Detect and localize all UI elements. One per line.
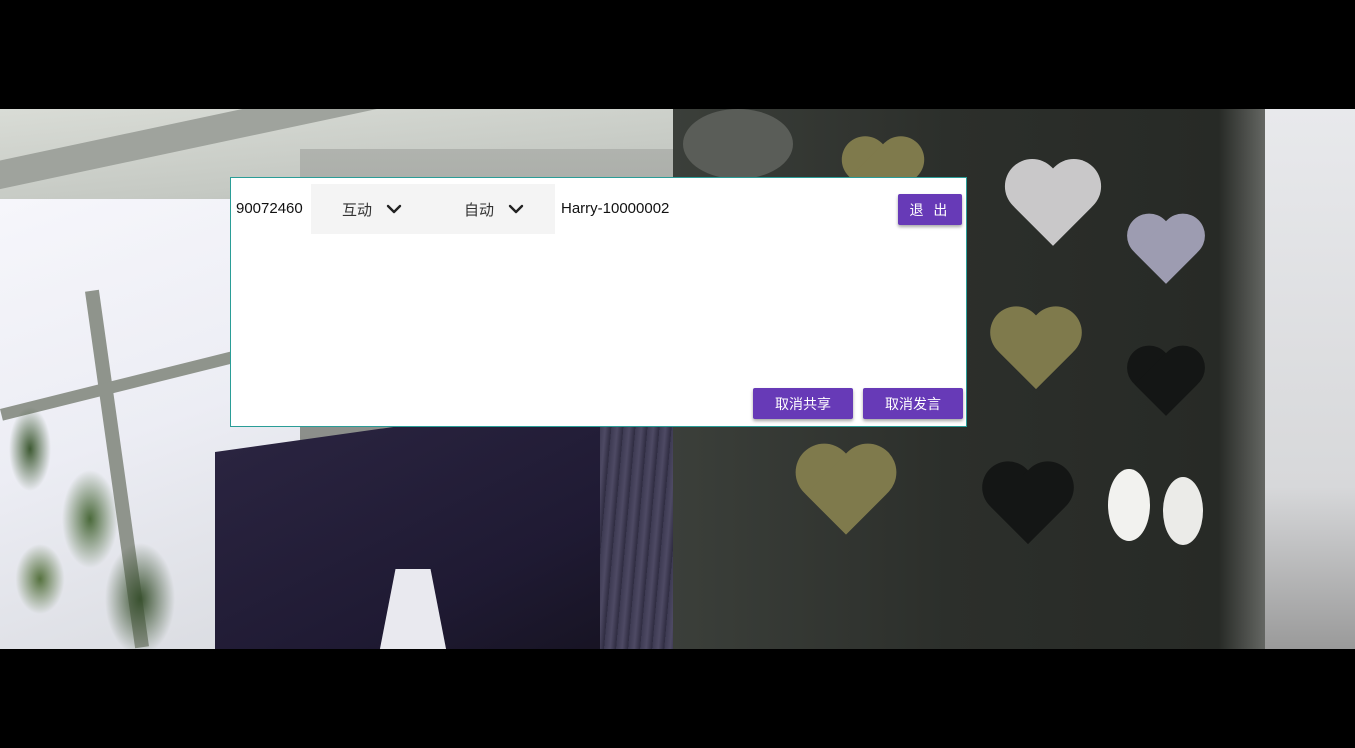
- conference-stage: 90072460 互动 自动 Harry-10000002 退 出 取消共享 取…: [0, 0, 1355, 748]
- scene-plant: [0, 369, 190, 649]
- cancel-speak-button[interactable]: 取消发言: [863, 388, 963, 419]
- scene-shape: [683, 109, 793, 179]
- scene-heart: [1006, 162, 1101, 257]
- chevron-down-icon: [506, 199, 526, 219]
- scene-heart: [1128, 348, 1205, 425]
- scene-wall: [1265, 109, 1355, 649]
- quality-select-value: 自动: [464, 201, 495, 219]
- scene-highlight: [1163, 477, 1203, 545]
- mode-select[interactable]: 互动: [311, 184, 433, 234]
- scene-heart: [1128, 216, 1205, 293]
- scene-desk: [600, 419, 673, 649]
- scene-heart: [983, 464, 1073, 554]
- cancel-share-button[interactable]: 取消共享: [753, 388, 853, 419]
- chevron-down-icon: [384, 199, 404, 219]
- meeting-id: 90072460: [236, 200, 303, 217]
- mode-select-value: 互动: [342, 201, 373, 219]
- exit-button[interactable]: 退 出: [898, 194, 962, 225]
- meeting-control-panel: 90072460 互动 自动 Harry-10000002 退 出 取消共享 取…: [230, 177, 967, 427]
- user-name: Harry-10000002: [561, 200, 670, 217]
- scene-heart: [797, 447, 896, 546]
- scene-heart: [991, 309, 1081, 399]
- quality-select[interactable]: 自动: [433, 184, 555, 234]
- scene-highlight: [1108, 469, 1150, 541]
